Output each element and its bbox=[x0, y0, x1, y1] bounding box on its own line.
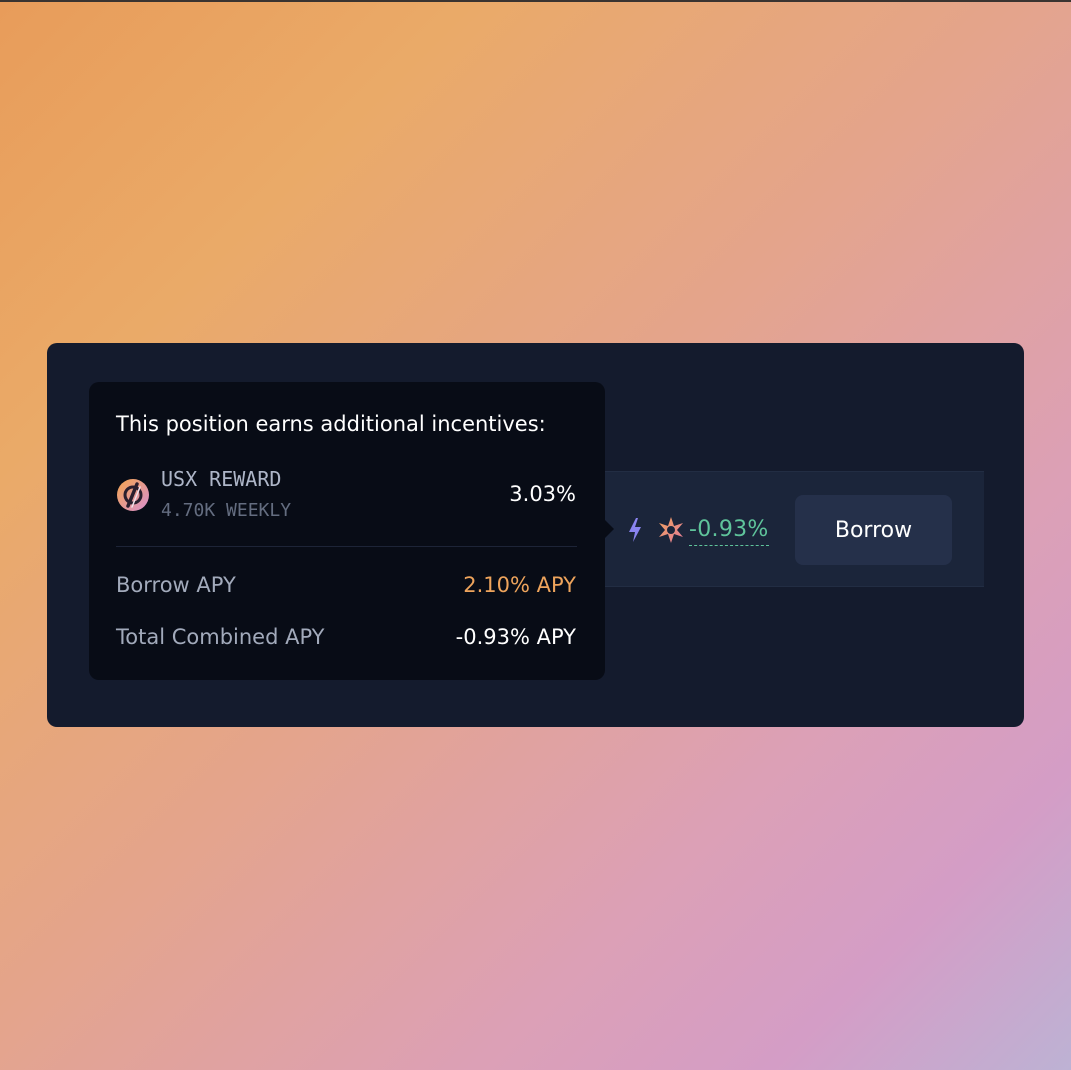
lightning-bolt-icon bbox=[626, 517, 644, 543]
reward-name: USX REWARD bbox=[161, 467, 282, 491]
borrow-apy-label: Borrow APY bbox=[116, 573, 236, 597]
tooltip-title: This position earns additional incentive… bbox=[116, 412, 546, 436]
borrow-button[interactable]: Borrow bbox=[795, 495, 952, 565]
top-border bbox=[0, 0, 1071, 2]
reward-weekly-amount: 4.70K WEEKLY bbox=[161, 500, 292, 521]
tooltip-arrow bbox=[603, 518, 614, 540]
borrow-apy-value: 2.10% APY bbox=[463, 573, 576, 597]
tooltip-divider bbox=[116, 546, 577, 547]
total-combined-apy-value: -0.93% APY bbox=[455, 625, 576, 649]
total-combined-apy-label: Total Combined APY bbox=[116, 625, 325, 649]
row-apy-value[interactable]: -0.93% bbox=[689, 515, 769, 546]
usx-logo-icon bbox=[116, 478, 150, 512]
star-icon bbox=[656, 515, 686, 545]
reward-apy-value: 3.03% bbox=[509, 482, 576, 506]
